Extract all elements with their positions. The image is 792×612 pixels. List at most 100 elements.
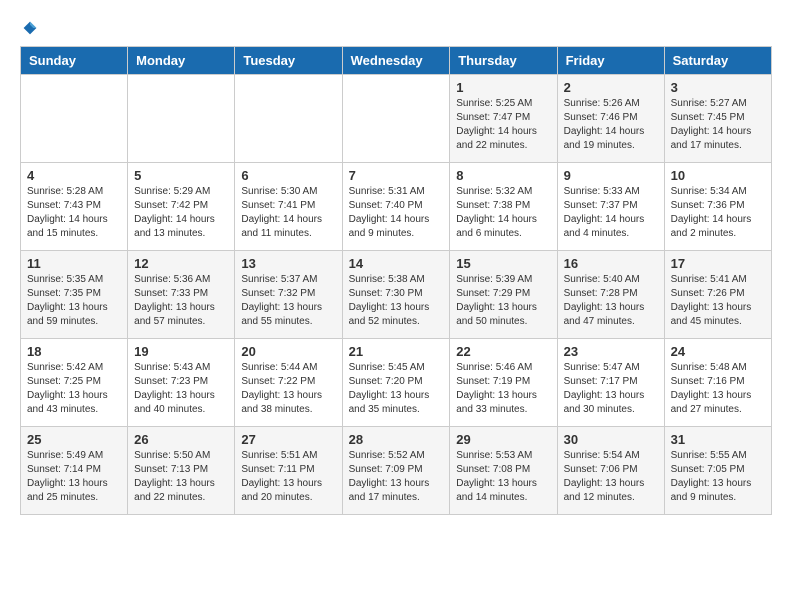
day-number: 13 (241, 256, 335, 271)
week-row-4: 18 Sunrise: 5:42 AM Sunset: 7:25 PM Dayli… (21, 339, 772, 427)
day-number: 23 (564, 344, 658, 359)
day-cell: 5Sunrise: 5:29 AM Sunset: 7:42 PM Daylig… (128, 163, 235, 251)
day-cell: 17 Sunrise: 5:41 AM Sunset: 7:26 PM Dayli… (664, 251, 771, 339)
weekday-header-wednesday: Wednesday (342, 47, 450, 75)
day-info: Sunrise: 5:50 AM Sunset: 7:13 PM Dayligh… (134, 449, 228, 505)
weekday-header-thursday: Thursday (450, 47, 557, 75)
day-number: 29 (456, 432, 550, 447)
day-info: Sunrise: 5:32 AM Sunset: 7:38 PM Dayligh… (456, 185, 550, 241)
day-cell: 4 Sunrise: 5:28 AM Sunset: 7:43 PM Daylig… (21, 163, 128, 251)
day-info: Sunrise: 5:46 AM Sunset: 7:19 PM Dayligh… (456, 361, 550, 417)
day-number: 19 (134, 344, 228, 359)
day-info: Sunrise: 5:31 AM Sunset: 7:40 PM Dayligh… (349, 185, 444, 241)
day-info: Sunrise: 5:54 AM Sunset: 7:06 PM Dayligh… (564, 449, 658, 505)
day-number: 27 (241, 432, 335, 447)
day-info: Sunrise: 5:26 AM Sunset: 7:46 PM Dayligh… (564, 97, 658, 153)
day-number: 9 (564, 168, 658, 183)
day-cell: 19 Sunrise: 5:43 AM Sunset: 7:23 PM Dayli… (128, 339, 235, 427)
day-cell: 18 Sunrise: 5:42 AM Sunset: 7:25 PM Dayli… (21, 339, 128, 427)
week-row-1: 1 Sunrise: 5:25 AM Sunset: 7:47 PM Daylig… (21, 75, 772, 163)
day-cell: 21 Sunrise: 5:45 AM Sunset: 7:20 PM Dayli… (342, 339, 450, 427)
weekday-header-monday: Monday (128, 47, 235, 75)
day-cell: 22Sunrise: 5:46 AM Sunset: 7:19 PM Dayli… (450, 339, 557, 427)
day-number: 28 (349, 432, 444, 447)
day-info: Sunrise: 5:25 AM Sunset: 7:47 PM Dayligh… (456, 97, 550, 153)
day-info: Sunrise: 5:28 AM Sunset: 7:43 PM Dayligh… (27, 185, 121, 241)
day-info: Sunrise: 5:43 AM Sunset: 7:23 PM Dayligh… (134, 361, 228, 417)
day-number: 30 (564, 432, 658, 447)
day-cell: 31Sunrise: 5:55 AM Sunset: 7:05 PM Dayli… (664, 427, 771, 515)
day-cell: 16Sunrise: 5:40 AM Sunset: 7:28 PM Dayli… (557, 251, 664, 339)
day-info: Sunrise: 5:44 AM Sunset: 7:22 PM Dayligh… (241, 361, 335, 417)
day-cell (21, 75, 128, 163)
day-info: Sunrise: 5:51 AM Sunset: 7:11 PM Dayligh… (241, 449, 335, 505)
day-info: Sunrise: 5:42 AM Sunset: 7:25 PM Dayligh… (27, 361, 121, 417)
day-number: 20 (241, 344, 335, 359)
day-info: Sunrise: 5:38 AM Sunset: 7:30 PM Dayligh… (349, 273, 444, 329)
day-cell: 11 Sunrise: 5:35 AM Sunset: 7:35 PM Dayli… (21, 251, 128, 339)
day-number: 10 (671, 168, 765, 183)
calendar: SundayMondayTuesdayWednesdayThursdayFrid… (20, 46, 772, 515)
day-number: 4 (27, 168, 121, 183)
day-number: 25 (27, 432, 121, 447)
day-number: 21 (349, 344, 444, 359)
day-info: Sunrise: 5:30 AM Sunset: 7:41 PM Dayligh… (241, 185, 335, 241)
day-info: Sunrise: 5:45 AM Sunset: 7:20 PM Dayligh… (349, 361, 444, 417)
day-info: Sunrise: 5:40 AM Sunset: 7:28 PM Dayligh… (564, 273, 658, 329)
day-number: 12 (134, 256, 228, 271)
day-cell: 8 Sunrise: 5:32 AM Sunset: 7:38 PM Daylig… (450, 163, 557, 251)
day-cell: 10 Sunrise: 5:34 AM Sunset: 7:36 PM Dayli… (664, 163, 771, 251)
day-cell (235, 75, 342, 163)
day-number: 2 (564, 80, 658, 95)
day-cell: 6 Sunrise: 5:30 AM Sunset: 7:41 PM Daylig… (235, 163, 342, 251)
day-number: 15 (456, 256, 550, 271)
day-info: Sunrise: 5:41 AM Sunset: 7:26 PM Dayligh… (671, 273, 765, 329)
week-row-2: 4 Sunrise: 5:28 AM Sunset: 7:43 PM Daylig… (21, 163, 772, 251)
weekday-header-row: SundayMondayTuesdayWednesdayThursdayFrid… (21, 47, 772, 75)
week-row-5: 25Sunrise: 5:49 AM Sunset: 7:14 PM Dayli… (21, 427, 772, 515)
day-cell: 15 Sunrise: 5:39 AM Sunset: 7:29 PM Dayli… (450, 251, 557, 339)
day-number: 11 (27, 256, 121, 271)
day-cell: 28 Sunrise: 5:52 AM Sunset: 7:09 PM Dayli… (342, 427, 450, 515)
weekday-header-tuesday: Tuesday (235, 47, 342, 75)
logo (20, 20, 38, 36)
day-cell: 2 Sunrise: 5:26 AM Sunset: 7:46 PM Daylig… (557, 75, 664, 163)
day-info: Sunrise: 5:37 AM Sunset: 7:32 PM Dayligh… (241, 273, 335, 329)
day-cell (342, 75, 450, 163)
day-info: Sunrise: 5:35 AM Sunset: 7:35 PM Dayligh… (27, 273, 121, 329)
day-number: 18 (27, 344, 121, 359)
day-cell: 25Sunrise: 5:49 AM Sunset: 7:14 PM Dayli… (21, 427, 128, 515)
weekday-header-sunday: Sunday (21, 47, 128, 75)
day-number: 31 (671, 432, 765, 447)
day-cell: 26 Sunrise: 5:50 AM Sunset: 7:13 PM Dayli… (128, 427, 235, 515)
day-cell: 24Sunrise: 5:48 AM Sunset: 7:16 PM Dayli… (664, 339, 771, 427)
day-cell: 3 Sunrise: 5:27 AM Sunset: 7:45 PM Daylig… (664, 75, 771, 163)
day-cell: 23Sunrise: 5:47 AM Sunset: 7:17 PM Dayli… (557, 339, 664, 427)
day-number: 26 (134, 432, 228, 447)
day-info: Sunrise: 5:34 AM Sunset: 7:36 PM Dayligh… (671, 185, 765, 241)
day-info: Sunrise: 5:52 AM Sunset: 7:09 PM Dayligh… (349, 449, 444, 505)
weekday-header-saturday: Saturday (664, 47, 771, 75)
logo-icon (22, 20, 38, 36)
day-info: Sunrise: 5:39 AM Sunset: 7:29 PM Dayligh… (456, 273, 550, 329)
day-number: 1 (456, 80, 550, 95)
day-number: 3 (671, 80, 765, 95)
day-number: 7 (349, 168, 444, 183)
day-cell: 9Sunrise: 5:33 AM Sunset: 7:37 PM Daylig… (557, 163, 664, 251)
day-cell: 7 Sunrise: 5:31 AM Sunset: 7:40 PM Daylig… (342, 163, 450, 251)
day-number: 6 (241, 168, 335, 183)
week-row-3: 11 Sunrise: 5:35 AM Sunset: 7:35 PM Dayli… (21, 251, 772, 339)
day-cell (128, 75, 235, 163)
day-cell: 14Sunrise: 5:38 AM Sunset: 7:30 PM Dayli… (342, 251, 450, 339)
day-info: Sunrise: 5:29 AM Sunset: 7:42 PM Dayligh… (134, 185, 228, 241)
day-cell: 12 Sunrise: 5:36 AM Sunset: 7:33 PM Dayli… (128, 251, 235, 339)
day-cell: 13 Sunrise: 5:37 AM Sunset: 7:32 PM Dayli… (235, 251, 342, 339)
day-number: 17 (671, 256, 765, 271)
day-cell: 1 Sunrise: 5:25 AM Sunset: 7:47 PM Daylig… (450, 75, 557, 163)
day-info: Sunrise: 5:36 AM Sunset: 7:33 PM Dayligh… (134, 273, 228, 329)
day-info: Sunrise: 5:48 AM Sunset: 7:16 PM Dayligh… (671, 361, 765, 417)
weekday-header-friday: Friday (557, 47, 664, 75)
day-info: Sunrise: 5:27 AM Sunset: 7:45 PM Dayligh… (671, 97, 765, 153)
day-number: 8 (456, 168, 550, 183)
day-cell: 30 Sunrise: 5:54 AM Sunset: 7:06 PM Dayli… (557, 427, 664, 515)
